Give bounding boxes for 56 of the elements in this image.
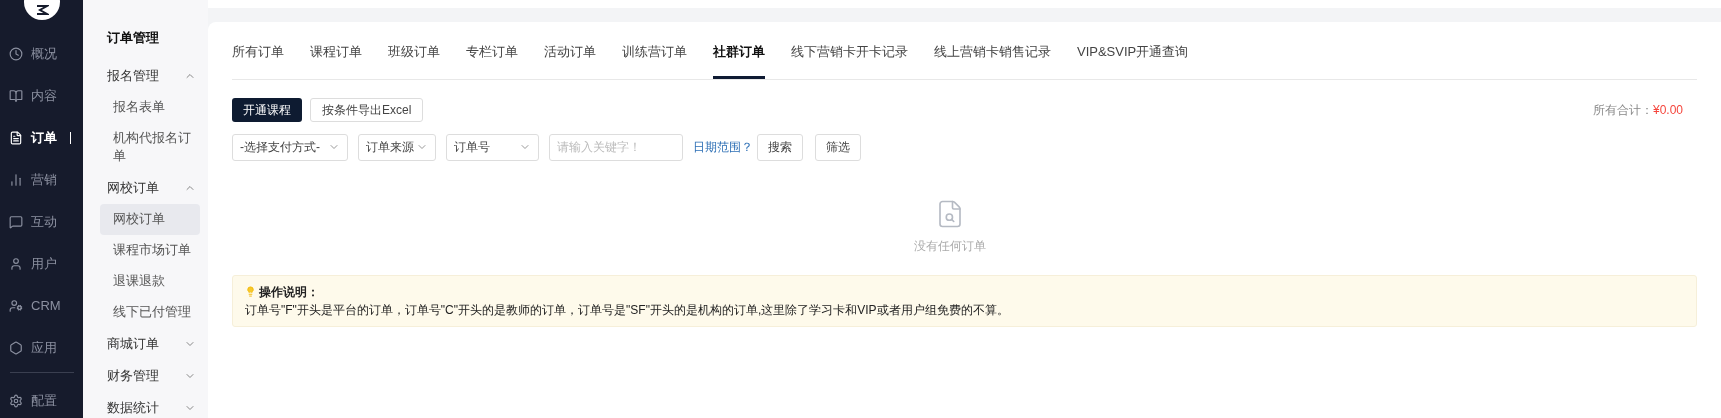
nav-item[interactable]: 用户	[0, 252, 83, 276]
note-title: 操作说明：	[259, 283, 319, 301]
menu-group[interactable]: 网校订单	[107, 171, 200, 204]
tab[interactable]: 社群订单	[713, 42, 765, 79]
settings-icon	[9, 394, 23, 408]
menu-group[interactable]: 报名管理	[107, 59, 200, 92]
tab[interactable]: 所有订单	[232, 42, 284, 79]
select-field[interactable]: 订单来源	[358, 133, 436, 161]
tab[interactable]: 线下营销卡开卡记录	[791, 42, 908, 79]
document-icon	[9, 131, 23, 145]
select-field[interactable]: -选择支付方式-	[232, 133, 348, 161]
menu-group[interactable]: 财务管理	[107, 359, 200, 392]
tab[interactable]: 线上营销卡销售记录	[934, 42, 1051, 79]
menu-item[interactable]: 退课退款	[100, 265, 200, 297]
filter-button[interactable]: 搜索	[757, 133, 803, 161]
tab[interactable]: 专栏订单	[466, 42, 518, 79]
empty-text: 没有任何订单	[914, 237, 986, 255]
menu-item[interactable]: 线下已付管理	[100, 296, 200, 328]
tab[interactable]: VIP&SVIP开通查询	[1077, 42, 1189, 79]
filter-button[interactable]: 筛选	[815, 133, 861, 161]
clock-icon	[9, 47, 23, 61]
active-indicator	[70, 132, 71, 144]
chat-icon	[9, 215, 23, 229]
book-icon	[9, 89, 23, 103]
menu-item[interactable]: 报名表单	[100, 91, 200, 123]
nav-item[interactable]: CRM	[0, 294, 83, 318]
hexagon-icon	[9, 341, 23, 355]
menu-item[interactable]: 课程市场订单	[100, 234, 200, 266]
select-field[interactable]: 订单号	[446, 133, 539, 161]
total-value: ¥0.00	[1652, 101, 1683, 119]
menu-group[interactable]: 数据统计	[107, 391, 200, 418]
nav-item[interactable]: 配置	[0, 389, 83, 413]
nav-item[interactable]: 内容	[0, 84, 83, 108]
menu-item[interactable]: 机构代报名订单	[100, 122, 200, 172]
menu-item[interactable]: 网校订单	[100, 203, 200, 235]
bar-chart-icon	[9, 173, 23, 187]
date-range-link[interactable]: 日期范围？	[693, 138, 753, 156]
sidebar-title: 订单管理	[107, 29, 160, 47]
tab[interactable]: 训练营订单	[622, 42, 687, 79]
action-button[interactable]: 按条件导出Excel	[310, 97, 424, 122]
nav-item[interactable]: 概况	[0, 42, 83, 66]
lightbulb-icon	[245, 286, 256, 297]
nav-item[interactable]: 订单	[0, 126, 83, 150]
action-button[interactable]: 开通课程	[232, 97, 302, 122]
user-icon	[9, 257, 23, 271]
nav-item[interactable]: 营销	[0, 168, 83, 192]
total-label: 所有合计：	[1592, 101, 1653, 119]
keyword-field[interactable]: 请输入关键字！	[549, 133, 683, 161]
note-text: 订单号"F"开头是平台的订单，订单号"C"开头的是教师的订单，订单号是"SF"开头的是机构的订单,这里除了学习卡和VIP或者用户组免费的不算。	[245, 301, 1010, 319]
person-icon	[9, 299, 23, 313]
nav-item[interactable]: 应用	[0, 336, 83, 360]
tab[interactable]: 班级订单	[388, 42, 440, 79]
menu-group[interactable]: 商城订单	[107, 327, 200, 360]
nav-item[interactable]: 互动	[0, 210, 83, 234]
tab[interactable]: 活动订单	[544, 42, 596, 79]
tab[interactable]: 课程订单	[310, 42, 362, 79]
